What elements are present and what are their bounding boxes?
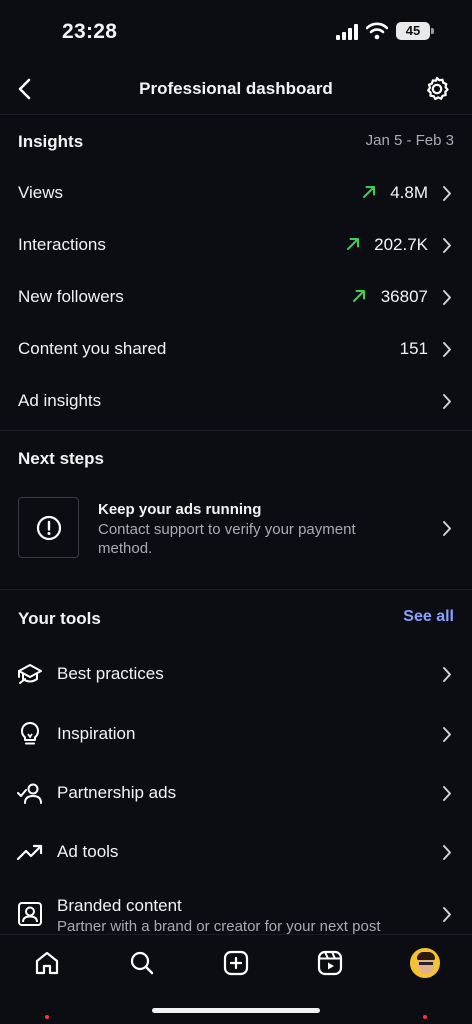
next-step-card[interactable]: Keep your ads running Contact support to… <box>0 488 472 568</box>
chevron-right-icon <box>442 726 452 748</box>
avatar <box>410 948 440 978</box>
chevron-right-icon <box>442 237 452 259</box>
trend-up-icon <box>346 237 360 256</box>
create-icon <box>223 950 249 976</box>
tool-subtitle: Partner with a brand or creator for your… <box>57 918 381 935</box>
insights-title: Insights <box>18 132 84 151</box>
chevron-right-icon <box>442 844 452 866</box>
tab-create[interactable] <box>218 945 254 981</box>
tool-ad-tools[interactable]: Ad tools <box>0 824 472 880</box>
next-step-title: Keep your ads running <box>98 501 262 518</box>
tool-branded-content[interactable]: Branded content Partner with a brand or … <box>0 878 472 935</box>
see-all-link[interactable]: See all <box>403 608 454 626</box>
tools-title: Your tools <box>18 609 101 628</box>
tool-label: Partnership ads <box>57 783 177 802</box>
row-label: New followers <box>18 287 124 306</box>
row-label: Content you shared <box>18 339 167 358</box>
gear-icon <box>427 76 449 101</box>
nav-header: Professional dashboard <box>0 64 472 114</box>
lightbulb-icon <box>16 720 44 748</box>
tool-label: Inspiration <box>57 724 136 743</box>
battery-icon: 45 <box>396 22 434 40</box>
insights-row-interactions[interactable]: Interactions 202.7K <box>0 220 472 272</box>
trend-up-icon <box>362 185 376 204</box>
row-value: 151 <box>399 339 428 358</box>
settings-button[interactable] <box>422 74 452 104</box>
signal-icon <box>336 24 360 45</box>
tool-best-practices[interactable]: Best practices <box>0 646 472 702</box>
next-steps-title: Next steps <box>18 449 104 468</box>
chevron-right-icon <box>442 393 452 415</box>
insights-row-views[interactable]: Views 4.8M <box>0 168 472 220</box>
profile-notification-dot <box>423 1015 427 1019</box>
row-label: Views <box>18 183 64 202</box>
wifi-icon <box>365 22 389 45</box>
chevron-right-icon <box>442 785 452 807</box>
tab-home[interactable] <box>29 945 65 981</box>
home-notification-dot <box>45 1015 49 1019</box>
row-value: 36807 <box>380 287 428 306</box>
trend-up-icon <box>16 838 44 866</box>
tool-label: Best practices <box>57 664 164 683</box>
trend-up-icon <box>352 289 366 308</box>
status-time: 23:28 <box>62 20 118 43</box>
next-step-subtitle: Contact support to verify your payment m… <box>98 521 356 557</box>
section-divider <box>0 430 472 431</box>
row-label: Ad insights <box>18 391 102 410</box>
tool-label: Ad tools <box>57 842 119 861</box>
insights-row-content-shared[interactable]: Content you shared 151 <box>0 324 472 376</box>
partnership-icon <box>16 779 44 807</box>
tool-partnership-ads[interactable]: Partnership ads <box>0 765 472 821</box>
reels-icon <box>317 950 343 976</box>
row-value: 4.8M <box>390 183 428 202</box>
chevron-right-icon <box>442 520 452 542</box>
chevron-right-icon <box>442 289 452 311</box>
home-icon <box>35 951 59 975</box>
insights-date-range: Jan 5 - Feb 3 <box>365 132 454 149</box>
row-value: 202.7K <box>374 235 428 254</box>
row-label: Interactions <box>18 235 106 254</box>
graduation-cap-icon <box>16 660 44 688</box>
tool-inspiration[interactable]: Inspiration <box>0 706 472 762</box>
insights-row-ad-insights[interactable]: Ad insights <box>0 376 472 428</box>
header-divider <box>0 114 472 115</box>
tab-reels[interactable] <box>312 945 348 981</box>
insights-row-new-followers[interactable]: New followers 36807 <box>0 272 472 324</box>
alert-icon <box>18 497 79 558</box>
tab-search[interactable] <box>124 945 160 981</box>
chevron-right-icon <box>442 185 452 207</box>
status-bar: 23:28 45 <box>0 0 472 64</box>
page-title: Professional dashboard <box>139 79 333 98</box>
chevron-right-icon <box>442 906 452 928</box>
tab-profile[interactable] <box>407 945 443 981</box>
home-indicator <box>152 1008 320 1013</box>
search-icon <box>130 951 154 975</box>
tool-label: Branded content <box>57 896 182 915</box>
section-divider <box>0 589 472 590</box>
chevron-right-icon <box>442 666 452 688</box>
chevron-right-icon <box>442 341 452 363</box>
branded-content-icon <box>16 900 44 928</box>
